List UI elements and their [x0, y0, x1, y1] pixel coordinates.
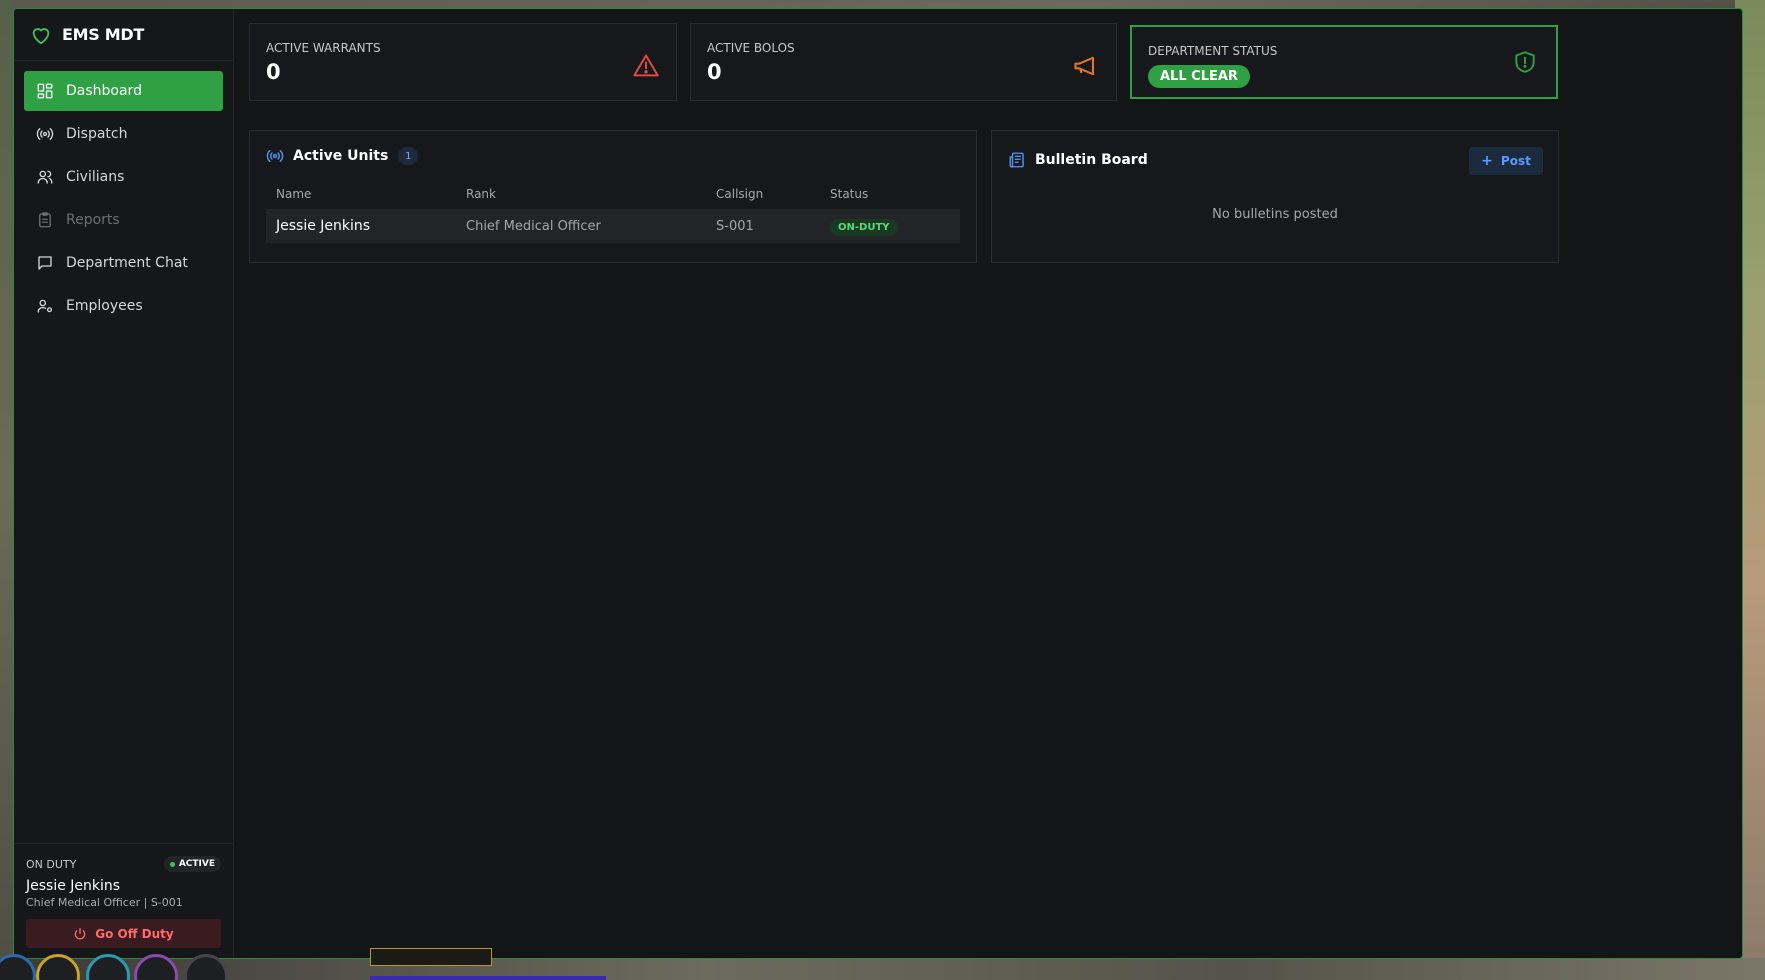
- sidebar-item-label: Employees: [66, 298, 143, 314]
- game-background-left: [0, 0, 14, 980]
- officer-name: Jessie Jenkins: [26, 878, 121, 894]
- status-dot-icon: [169, 861, 175, 867]
- bulletin-board-header: Bulletin Board: [1008, 151, 1148, 169]
- chat-icon: [36, 254, 54, 272]
- go-off-duty-button[interactable]: Go Off Duty: [26, 919, 221, 948]
- table-row[interactable]: Jessie Jenkins Chief Medical Officer S-0…: [266, 209, 960, 243]
- newspaper-icon: [1008, 151, 1026, 169]
- post-button-label: Post: [1500, 154, 1531, 168]
- broadcast-icon: [266, 147, 284, 165]
- duty-panel: ON DUTY ACTIVE Jessie Jenkins Chief Medi…: [14, 843, 233, 958]
- power-icon: [73, 927, 87, 941]
- bulletin-board-panel: Bulletin Board + Post No bulletins poste…: [991, 130, 1559, 263]
- sidebar-item-dispatch[interactable]: Dispatch: [24, 114, 223, 154]
- main-content: ACTIVE WARRANTS 0 ACTIVE BOLOS 0 DEPARTM…: [234, 9, 1742, 958]
- status-badge: ACTIVE: [163, 856, 221, 872]
- sidebar: EMS MDT Dashboard Dispatch Civilians Rep…: [14, 9, 234, 958]
- stat-value: 0: [266, 60, 281, 84]
- sidebar-item-dashboard[interactable]: Dashboard: [24, 71, 223, 111]
- active-units-table: Name Rank Callsign Status Jessie Jenkins…: [266, 187, 960, 243]
- sidebar-item-reports[interactable]: Reports: [24, 200, 223, 240]
- active-units-header: Active Units 1: [266, 147, 419, 165]
- sidebar-item-label: Civilians: [66, 169, 125, 185]
- app-title: EMS MDT: [62, 25, 144, 44]
- hud-stamina-icon: [86, 954, 130, 980]
- sidebar-nav: Dashboard Dispatch Civilians Reports Dep…: [14, 61, 233, 329]
- officer-rank-callsign: Chief Medical Officer | S-001: [26, 896, 183, 909]
- unit-status: ON-DUTY: [820, 209, 960, 243]
- column-header-name[interactable]: Name: [266, 187, 456, 209]
- hud-progress-bar: [370, 976, 606, 980]
- stat-label: ACTIVE WARRANTS: [266, 41, 381, 55]
- active-units-title: Active Units: [293, 148, 389, 164]
- table-header-row: Name Rank Callsign Status: [266, 187, 960, 209]
- department-status-card: DEPARTMENT STATUS ALL CLEAR: [1130, 25, 1558, 99]
- sidebar-item-employees[interactable]: Employees: [24, 286, 223, 326]
- unit-callsign: S-001: [706, 209, 820, 243]
- plus-icon: +: [1481, 153, 1493, 169]
- empty-state-text: No bulletins posted: [1212, 207, 1338, 222]
- heart-icon: [30, 24, 52, 46]
- hud-inventory-tag: [370, 948, 492, 966]
- go-off-duty-label: Go Off Duty: [95, 926, 174, 941]
- game-hud: [0, 954, 230, 980]
- active-bolos-card: ACTIVE BOLOS 0: [690, 23, 1117, 101]
- sidebar-item-department-chat[interactable]: Department Chat: [24, 243, 223, 283]
- sidebar-item-label: Dispatch: [66, 126, 128, 142]
- warning-triangle-icon: [632, 52, 660, 80]
- megaphone-icon: [1072, 52, 1100, 80]
- radio-icon: [36, 125, 54, 143]
- sidebar-item-label: Dashboard: [66, 83, 142, 99]
- shield-alert-icon: [1512, 49, 1540, 77]
- user-gear-icon: [36, 297, 54, 315]
- duty-label: ON DUTY: [26, 857, 77, 871]
- users-icon: [36, 168, 54, 186]
- status-badge: ON-DUTY: [830, 218, 898, 236]
- column-header-callsign[interactable]: Callsign: [706, 187, 820, 209]
- stat-value: 0: [707, 60, 722, 84]
- stat-label: DEPARTMENT STATUS: [1148, 44, 1278, 58]
- column-header-status[interactable]: Status: [820, 187, 960, 209]
- status-badge-label: ACTIVE: [178, 859, 215, 869]
- hud-health-icon: [0, 954, 36, 980]
- sidebar-item-civilians[interactable]: Civilians: [24, 157, 223, 197]
- all-clear-badge: ALL CLEAR: [1148, 65, 1250, 88]
- brand-header: EMS MDT: [14, 9, 233, 61]
- stat-label: ACTIVE BOLOS: [707, 41, 795, 55]
- clipboard-icon: [36, 211, 54, 229]
- mdt-window: EMS MDT Dashboard Dispatch Civilians Rep…: [13, 8, 1743, 959]
- hud-armor-icon: [36, 954, 80, 980]
- active-warrants-card: ACTIVE WARRANTS 0: [249, 23, 677, 101]
- hud-hunger-icon: [134, 954, 178, 980]
- game-background-bottom: [0, 958, 1765, 980]
- hud-thirst-icon: [184, 954, 228, 980]
- active-units-panel: Active Units 1 Name Rank Callsign Status…: [249, 130, 977, 263]
- unit-name: Jessie Jenkins: [266, 209, 456, 243]
- bulletin-board-title: Bulletin Board: [1035, 152, 1148, 168]
- unit-rank: Chief Medical Officer: [456, 209, 706, 243]
- post-bulletin-button[interactable]: + Post: [1469, 147, 1543, 175]
- sidebar-item-label: Reports: [66, 212, 120, 228]
- unit-count-badge: 1: [398, 147, 419, 165]
- sidebar-item-label: Department Chat: [66, 255, 188, 271]
- column-header-rank[interactable]: Rank: [456, 187, 706, 209]
- grid-icon: [36, 82, 54, 100]
